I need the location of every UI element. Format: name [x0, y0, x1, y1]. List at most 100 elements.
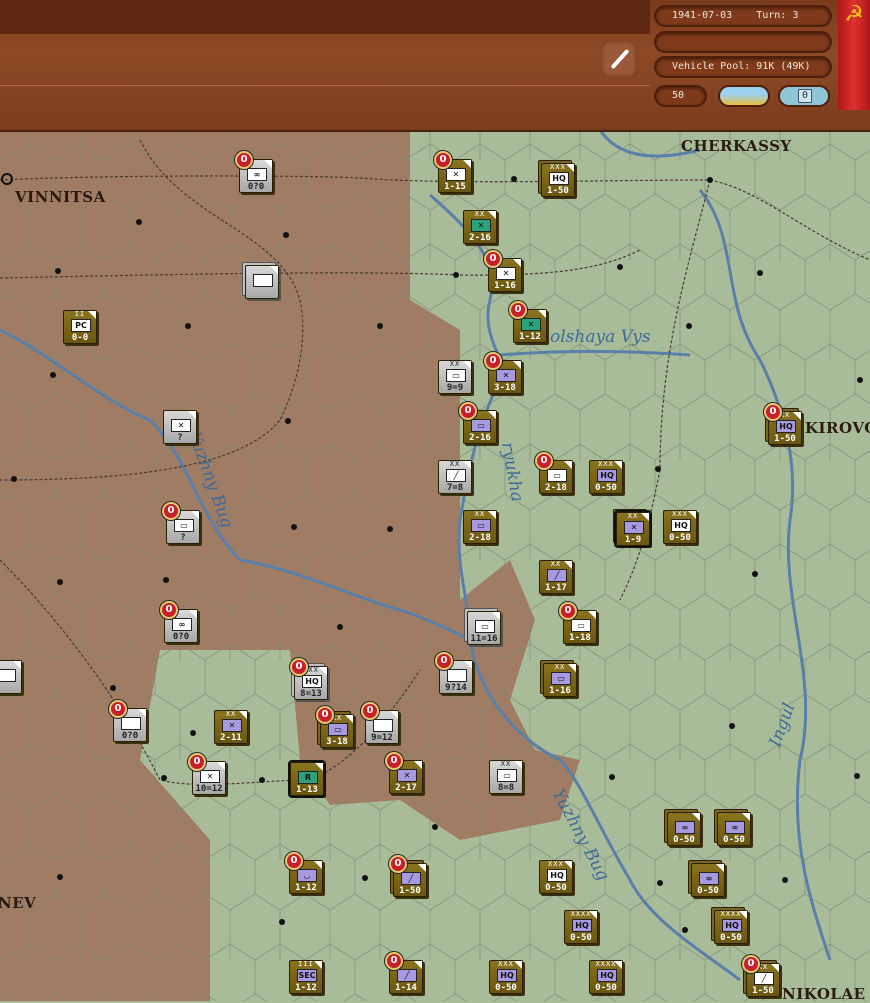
unit-status-badge: 0	[434, 151, 452, 169]
unit-strength: 1-18	[569, 633, 591, 643]
unit-counter[interactable]: ╱ 1-14 0	[385, 952, 423, 994]
unit-counter[interactable]: ✕ 1-16 0	[484, 250, 522, 292]
unit-counter[interactable]: ▭ 2-18 0	[535, 452, 573, 494]
unit-counter[interactable]	[0, 660, 22, 694]
counter-corner-icon	[414, 961, 422, 969]
unit-counter[interactable]: XXX HQ 1-50	[541, 163, 575, 197]
unit-type-icon: ▭	[471, 419, 491, 432]
value-field: 50	[654, 85, 707, 107]
unit-type-icon: ∞	[247, 168, 267, 181]
counter-corner-icon	[418, 864, 426, 872]
city-cherkassy: CHERKASSY	[681, 137, 792, 155]
unit-strength: 0-0	[71, 333, 89, 343]
counter-corner-icon	[716, 864, 724, 872]
city-kirovo: KIROVO	[805, 419, 870, 437]
counter-corner-icon	[270, 266, 278, 274]
unit-strength: 8=8	[497, 783, 515, 793]
unit-strength: 0-50	[595, 983, 617, 993]
unit-counter[interactable]: ▭ 1-18 0	[559, 602, 597, 644]
unit-strength: 8=13	[300, 689, 322, 699]
counter-corner-icon	[191, 511, 199, 519]
unit-counter[interactable]: XX ✕ 1-9	[614, 510, 652, 548]
unit-counter[interactable]: ∞ 0-50	[667, 812, 701, 846]
unit-type-icon	[447, 669, 467, 682]
unit-strength: 1-50	[399, 886, 421, 896]
unit-counter[interactable]: ◡ 1-12 0	[285, 852, 323, 894]
unit-status-badge: 0	[109, 700, 127, 718]
unit-counter[interactable]: XX ▭ 1-16	[543, 663, 577, 697]
unit-strength: 2-18	[545, 483, 567, 493]
unit-counter[interactable]: XX ▭ 9=9	[438, 360, 472, 394]
unit-type-icon: HQ	[547, 869, 567, 882]
unit-counter[interactable]: XXXX HQ 0-50	[564, 910, 598, 944]
toolbar-divider	[0, 85, 650, 86]
unit-counter[interactable]: ∞ 0-50	[717, 812, 751, 846]
pencil-button[interactable]	[601, 41, 637, 77]
unit-counter[interactable]: 0?0 0	[109, 700, 147, 742]
unit-counter[interactable]: XXX HQ 8=13 0	[290, 658, 328, 700]
unit-counter[interactable]: ▭ 11=16	[467, 611, 501, 645]
unit-counter[interactable]: XX ╱ 7=8	[438, 460, 472, 494]
zoom-level-button[interactable]: 0	[778, 85, 830, 107]
unit-strength: 1-14	[395, 983, 417, 993]
unit-counter[interactable]: XXXX HQ 0-50	[589, 960, 623, 994]
unit-status-badge: 0	[389, 855, 407, 873]
unit-counter[interactable]: XX HQ 1-50 0	[764, 403, 802, 445]
unit-counter[interactable]: ✕ 3-18 0	[484, 352, 522, 394]
unit-counter[interactable]: ╱ 1-50 0	[389, 855, 427, 897]
unit-counter[interactable]: ✕?	[163, 410, 197, 444]
unit-counter[interactable]: ✕ 1-12 0	[509, 301, 547, 343]
unit-type-icon: ▭	[328, 723, 348, 736]
unit-counter[interactable]: 9?14 0	[435, 652, 473, 694]
unit-counter[interactable]: ▭? 0	[162, 502, 200, 544]
unit-counter[interactable]: ∞ 0?0 0	[235, 151, 273, 193]
unit-strength: 1-12	[295, 983, 317, 993]
unit-counter[interactable]: XX ▭ 8=8	[489, 760, 523, 794]
unit-counter[interactable]: ∞ 0-50	[691, 863, 725, 897]
weather-icon[interactable]	[718, 85, 770, 107]
unit-counter[interactable]: ✕ 2-17 0	[385, 752, 423, 794]
unit-strength: 0-50	[697, 886, 719, 896]
unit-counter[interactable]: XXX HQ 0-50	[539, 860, 573, 894]
unit-counter[interactable]: XX ✕ 2-11	[214, 710, 248, 744]
unit-type-icon: ✕	[496, 369, 516, 382]
unit-counter[interactable]: XX ╱ 1-17	[539, 560, 573, 594]
unit-size: XXX	[548, 860, 564, 868]
unit-strength: 1-16	[549, 686, 571, 696]
zoom-level-text: 0	[798, 89, 812, 103]
unit-status-badge: 0	[764, 403, 782, 421]
unit-status-badge: 0	[535, 452, 553, 470]
unit-counter[interactable]: ▭ 2-16 0	[459, 402, 497, 444]
unit-size: XXX	[498, 960, 514, 968]
unit-counter[interactable]: XXX HQ 0-50	[589, 460, 623, 494]
unit-strength: 1-17	[545, 583, 567, 593]
unit-counter[interactable]: ✕ 10=12 0	[188, 753, 226, 795]
unit-counter[interactable]: XXXX HQ 0-50	[714, 910, 748, 944]
unit-size: II	[74, 310, 86, 318]
unit-counter[interactable]: XX ▭ 2-18	[463, 510, 497, 544]
unit-counter[interactable]: ∞ 0?0 0	[160, 601, 198, 643]
unit-counter[interactable]: 9=12 0	[361, 702, 399, 744]
counter-corner-icon	[513, 259, 521, 267]
unit-type-icon: ▭	[174, 519, 194, 532]
unit-counter[interactable]: XX ▭ 3-18 0	[316, 706, 354, 748]
unit-size: XXXX	[595, 960, 617, 968]
hammer-sickle-icon[interactable]: ☭	[838, 0, 870, 110]
unit-counter[interactable]: XX ✕ 2-16	[463, 210, 497, 244]
unit-type-icon: ▭	[497, 769, 517, 782]
unit-counter[interactable]: XXX HQ 0-50	[489, 960, 523, 994]
unit-strength: 9=12	[371, 733, 393, 743]
unit-size: XX	[554, 663, 566, 671]
unit-status-badge: 0	[160, 601, 178, 619]
unit-type-icon: ✕	[200, 770, 220, 783]
unit-counter[interactable]: II PC 0-0	[63, 310, 97, 344]
unit-strength: 11=16	[470, 634, 498, 644]
unit-counter[interactable]: R 1-13	[288, 760, 326, 798]
unit-counter[interactable]: XXX HQ 0-50	[663, 510, 697, 544]
unit-size: XX	[474, 510, 486, 518]
unit-counter[interactable]: XX ╱ 1-50 0	[742, 955, 780, 997]
unit-counter[interactable]	[245, 265, 279, 299]
unit-counter[interactable]: III SEC 1-12	[289, 960, 323, 994]
unit-counter[interactable]: ✕ 1-15 0	[434, 151, 472, 193]
unit-strength: 9=9	[446, 383, 464, 393]
